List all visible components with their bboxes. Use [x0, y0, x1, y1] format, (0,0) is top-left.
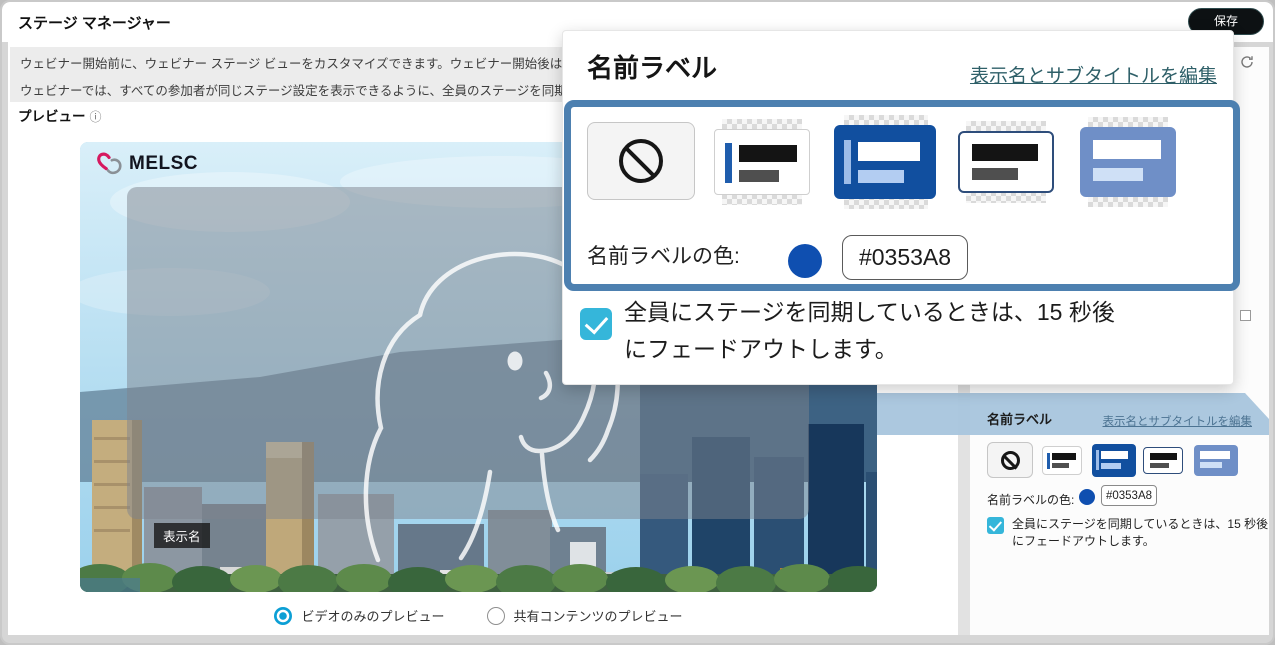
panel-label-style-blue-bar[interactable] [1092, 444, 1136, 477]
panel-color-hex-input[interactable] [1101, 485, 1157, 506]
refresh-icon[interactable] [1239, 54, 1255, 75]
popup-edit-display-name-link[interactable]: 表示名とサブタイトルを編集 [847, 61, 1217, 88]
panel-label-style-translucent[interactable] [1194, 445, 1238, 476]
preview-section-label: プレビューⓘ [18, 105, 102, 125]
panel-color-label: 名前ラベルの色: [987, 491, 1074, 508]
popup-color-hex-input[interactable] [842, 235, 968, 280]
page-title: ステージ マネージャー [18, 12, 171, 33]
panel-color-swatch[interactable] [1079, 489, 1095, 505]
popup-label-style-translucent[interactable] [1080, 127, 1176, 197]
brand-logo: MELSC [96, 151, 198, 177]
popup-name-label-heading: 名前ラベル [587, 48, 717, 85]
popup-sync-checkbox[interactable] [580, 308, 612, 340]
popup-color-label: 名前ラベルの色: [587, 240, 740, 270]
info-icon[interactable]: ⓘ [90, 110, 102, 124]
radio-video-only[interactable]: ビデオのみのプレビュー [274, 606, 444, 625]
resize-handle[interactable] [1240, 310, 1251, 321]
radio-unselected-icon[interactable] [487, 607, 505, 625]
panel-sync-checkbox[interactable] [987, 517, 1004, 534]
panel-edit-display-name-link[interactable]: 表示名とサブタイトルを編集 [1102, 413, 1252, 429]
panel-label-style-light-bar[interactable] [1042, 446, 1082, 475]
stage-manager-window: ステージ マネージャー 保存 ウェビナー開始前に、ウェビナー ステージ ビューを… [0, 0, 1275, 645]
melsc-heart-icon [96, 151, 124, 177]
popup-label-style-none[interactable] [587, 122, 695, 200]
popup-sync-text: 全員にステージを同期しているときは、15 秒後 にフェードアウトします。 [624, 294, 1115, 368]
display-name-tag: 表示名 [154, 523, 210, 548]
prohibit-circle-icon [619, 139, 663, 183]
preview-mode-radios: ビデオのみのプレビュー 共有コンテンツのプレビュー [80, 606, 877, 625]
brand-name: MELSC [129, 153, 198, 175]
panel-sync-text: 全員にステージを同期しているときは、15 秒後 にフェードアウトします。 [1012, 516, 1268, 549]
popup-label-style-light-plain[interactable] [958, 131, 1054, 193]
popup-label-style-blue-bar[interactable] [834, 125, 936, 199]
panel-label-style-light-plain[interactable] [1143, 447, 1183, 474]
panel-name-label-heading: 名前ラベル [987, 409, 1052, 428]
popup-color-swatch[interactable] [788, 244, 822, 278]
radio-selected-icon[interactable] [274, 607, 292, 625]
radio-shared-content[interactable]: 共有コンテンツのプレビュー [487, 606, 683, 625]
prohibit-circle-icon [1001, 451, 1020, 470]
popup-label-style-light-bar[interactable] [714, 129, 810, 195]
panel-label-style-none[interactable] [987, 442, 1033, 478]
